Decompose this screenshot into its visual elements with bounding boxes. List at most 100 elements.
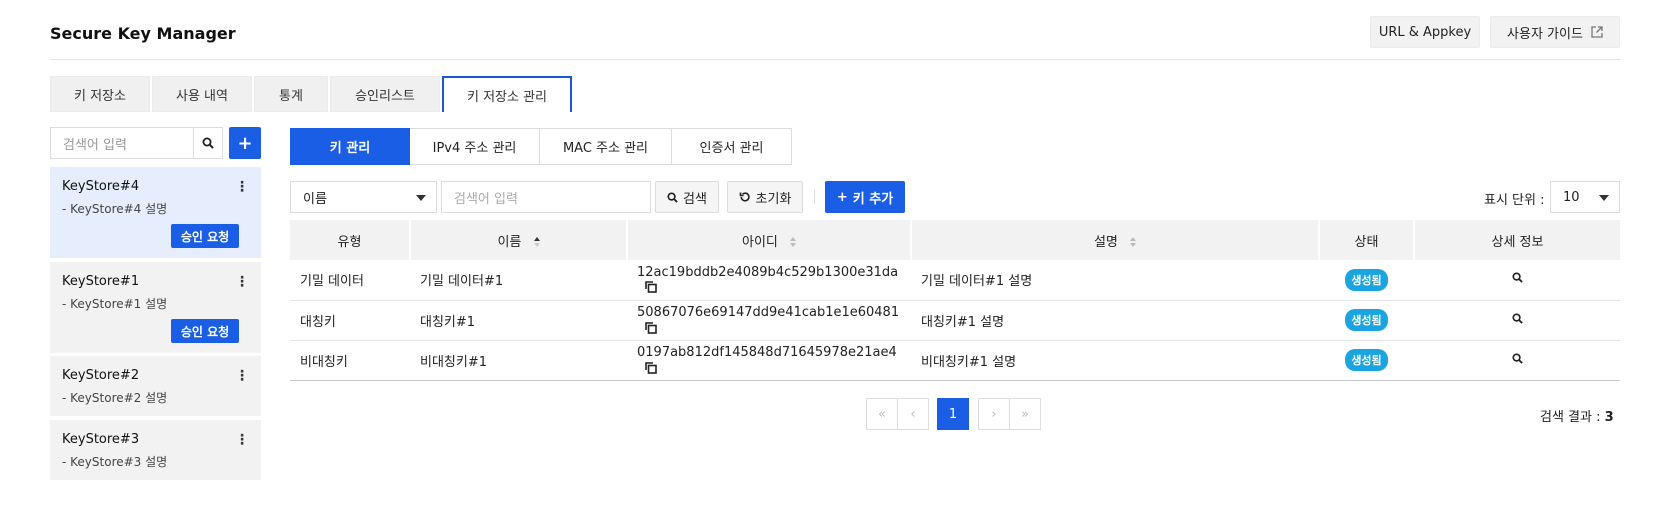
last-page-button[interactable]: » <box>1009 398 1041 430</box>
search-placeholder: 검색어 입력 <box>63 137 127 153</box>
pagination-prev-group: « ‹ <box>866 398 929 430</box>
more-menu-icon[interactable]: ⋮ <box>235 432 249 448</box>
keystore-name: KeyStore#1 <box>62 274 140 289</box>
search-icon[interactable] <box>1511 312 1523 324</box>
key-id: 50867076e69147dd9e41cab1e1e60481 <box>637 305 900 320</box>
tab-label: 키 저장소 관리 <box>466 89 548 105</box>
keystore-desc: - KeyStore#2 설명 <box>62 391 168 405</box>
search-label: 검색 <box>683 191 707 207</box>
tab-label: 키 저장소 <box>74 88 126 104</box>
sub-tabs: 키 관리 IPv4 주소 관리 MAC 주소 관리 인증서 관리 <box>290 128 792 165</box>
approve-request-button[interactable]: 승인 요청 <box>171 319 239 343</box>
cell-id: 50867076e69147dd9e41cab1e1e60481 <box>627 300 911 341</box>
search-result-count: 검색 결과 : 3 <box>1540 406 1614 425</box>
subtab-ipv4-management[interactable]: IPv4 주소 관리 <box>410 128 540 165</box>
keystore-name: KeyStore#4 <box>62 179 140 194</box>
cell-id: 0197ab812df145848d71645978e21ae4 <box>627 340 911 381</box>
subtab-key-management[interactable]: 키 관리 <box>290 128 410 165</box>
user-guide-button[interactable]: 사용자 가이드 <box>1490 16 1620 48</box>
app-title: Secure Key Manager <box>50 24 236 43</box>
keystore-name: KeyStore#2 <box>62 368 140 383</box>
search-icon[interactable] <box>1511 272 1523 283</box>
search-button[interactable]: 검색 <box>655 181 719 213</box>
keystore-card[interactable]: KeyStore#2 - KeyStore#2 설명 ⋮ <box>50 356 261 416</box>
col-type: 유형 <box>290 220 410 260</box>
header-label: 유형 <box>337 234 362 250</box>
divider <box>814 190 815 204</box>
subtab-mac-management[interactable]: MAC 주소 관리 <box>540 128 672 165</box>
tab-approval-list[interactable]: 승인리스트 <box>330 76 440 112</box>
app-header: Secure Key Manager URL & Appkey 사용자 가이드 <box>50 14 1620 60</box>
table-row[interactable]: 대칭키 대칭키#1 50867076e69147dd9e41cab1e1e604… <box>290 300 1620 341</box>
external-link-icon <box>1591 26 1603 38</box>
keystore-desc: - KeyStore#1 설명 <box>62 297 168 311</box>
header-label: 아이디 <box>741 234 778 250</box>
copy-icon[interactable] <box>645 361 657 374</box>
copy-icon[interactable] <box>645 321 657 334</box>
tab-usage-history[interactable]: 사용 내역 <box>152 76 252 112</box>
status-badge: 생성됨 <box>1345 349 1388 371</box>
tab-keystore[interactable]: 키 저장소 <box>50 76 150 112</box>
more-menu-icon[interactable]: ⋮ <box>235 368 249 384</box>
key-search-input[interactable]: 검색어 입력 <box>441 181 651 213</box>
cell-desc: 대칭키#1 설명 <box>911 300 1319 341</box>
subtab-certificate-management[interactable]: 인증서 관리 <box>672 128 792 165</box>
table-row[interactable]: 기밀 데이터 기밀 데이터#1 12ac19bddb2e4089b4c529b1… <box>290 260 1620 301</box>
keystore-search-input[interactable]: 검색어 입력 <box>50 127 194 159</box>
col-id[interactable]: 아이디 <box>626 220 911 260</box>
page-size-select[interactable]: 10 <box>1550 181 1620 213</box>
subtab-label: IPv4 주소 관리 <box>432 141 517 156</box>
tab-keystore-management[interactable]: 키 저장소 관리 <box>442 76 572 112</box>
status-badge: 생성됨 <box>1345 268 1388 291</box>
keystore-card[interactable]: KeyStore#3 - KeyStore#3 설명 ⋮ <box>50 420 261 480</box>
add-keystore-button[interactable]: + <box>229 127 261 159</box>
subtab-label: 키 관리 <box>329 141 371 156</box>
pagination-pages: 1 <box>937 398 969 430</box>
more-menu-icon[interactable]: ⋮ <box>235 179 249 195</box>
chevron-left-icon: ‹ <box>910 406 916 422</box>
keystore-card[interactable]: KeyStore#1 - KeyStore#1 설명 ⋮ 승인 요청 <box>50 262 261 353</box>
cell-id: 12ac19bddb2e4089b4c529b1300e31da <box>627 260 911 301</box>
reset-button[interactable]: 초기화 <box>727 181 803 213</box>
table-row[interactable]: 비대칭키 비대칭키#1 0197ab812df145848d71645978e2… <box>290 340 1620 381</box>
keystore-card[interactable]: KeyStore#4 - KeyStore#4 설명 ⋮ 승인 요청 <box>50 167 261 258</box>
copy-icon[interactable] <box>645 281 657 294</box>
keystore-search-button[interactable] <box>193 127 223 159</box>
page-button[interactable]: 1 <box>937 398 969 430</box>
col-status: 상태 <box>1318 220 1414 260</box>
sort-asc-icon <box>533 237 540 247</box>
pagination-next-group: › » <box>978 398 1041 430</box>
more-menu-icon[interactable]: ⋮ <box>235 274 249 290</box>
user-guide-label: 사용자 가이드 <box>1507 26 1583 42</box>
col-desc[interactable]: 설명 <box>910 220 1319 260</box>
first-page-button[interactable]: « <box>866 398 898 430</box>
cell-desc: 비대칭키#1 설명 <box>911 340 1319 381</box>
cell-detail <box>1414 300 1620 341</box>
cell-detail <box>1414 260 1620 301</box>
cell-status: 생성됨 <box>1319 260 1414 301</box>
chevron-right-icon: › <box>991 406 997 422</box>
next-page-button[interactable]: › <box>978 398 1010 430</box>
cell-type: 기밀 데이터 <box>290 260 410 301</box>
double-chevron-right-icon: » <box>1021 406 1029 422</box>
table-header-row: 유형 이름 아이디 설명 상태 상세 정보 <box>290 220 1620 260</box>
result-count: 3 <box>1604 410 1614 425</box>
select-value: 이름 <box>303 191 327 207</box>
cell-status: 생성됨 <box>1319 340 1414 381</box>
search-icon[interactable] <box>1511 352 1523 364</box>
search-field-select[interactable]: 이름 <box>290 181 437 213</box>
cell-desc: 기밀 데이터#1 설명 <box>911 260 1319 301</box>
result-label: 검색 결과 : <box>1540 410 1601 425</box>
add-key-button[interactable]: + 키 추가 <box>825 181 905 213</box>
reset-label: 초기화 <box>755 191 792 207</box>
plus-icon: + <box>836 189 848 205</box>
col-name[interactable]: 이름 <box>409 220 627 260</box>
header-label: 상세 정보 <box>1491 234 1544 250</box>
prev-page-button[interactable]: ‹ <box>897 398 929 430</box>
tab-statistics[interactable]: 통계 <box>254 76 328 112</box>
page-size-label: 표시 단위 : <box>1484 193 1545 208</box>
double-chevron-left-icon: « <box>878 406 886 422</box>
header-label: 이름 <box>497 234 522 250</box>
url-appkey-button[interactable]: URL & Appkey <box>1370 16 1480 48</box>
approve-request-button[interactable]: 승인 요청 <box>171 224 239 248</box>
